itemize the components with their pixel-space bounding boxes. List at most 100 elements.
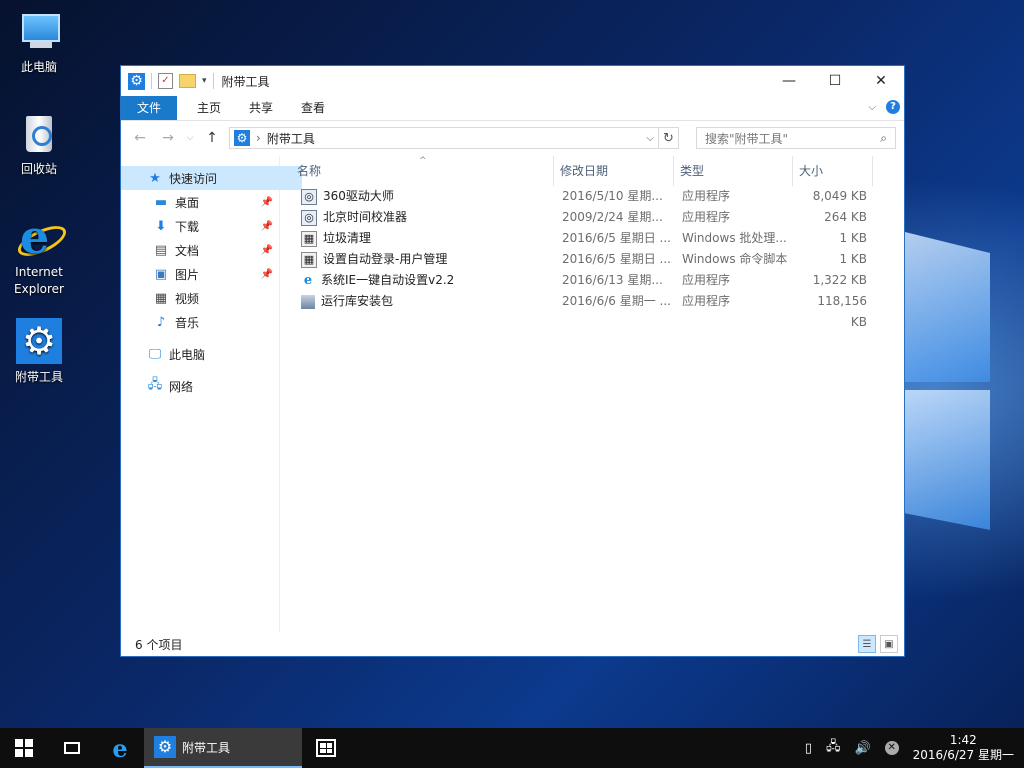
network-icon[interactable]: 🖧 [826,737,841,759]
column-size[interactable]: 大小 [793,156,873,186]
computer-icon [16,8,62,54]
tab-view[interactable]: 查看 [287,96,339,120]
file-name: 系统IE一键自动设置v2.2 [321,273,455,287]
desktop-icon: ▬ [154,194,168,210]
new-folder-icon[interactable] [179,74,196,88]
system-tray: ▯ 🖧 🔊 ✕ 1:42 2016/6/27 星期一 [805,733,1024,763]
nav-quick-access[interactable]: ★ 快速访问 [121,166,302,190]
file-type: Windows 命令脚本 [682,252,788,266]
refresh-button[interactable]: ↻ [659,127,679,149]
file-name: 运行库安装包 [321,294,394,308]
desktop-icon-recycle-bin[interactable]: 回收站 [6,110,72,177]
tab-home[interactable]: 主页 [183,96,235,120]
gear-icon: ⚙ [16,318,62,364]
task-view-button[interactable] [48,728,96,768]
package-icon [301,294,315,309]
file-size: 264 KB [824,210,867,224]
minimize-button[interactable]: — [766,66,812,96]
pin-icon[interactable]: 📌 [261,221,273,232]
file-name: 360驱动大师 [323,189,394,203]
address-dropdown-icon[interactable]: ⌵ [646,133,654,144]
breadcrumb[interactable]: 附带工具 [267,130,315,147]
file-list: ^ 名称 修改日期 类型 大小 ◎ 360驱动大师 2016/5/10 星期... 应… [291,156,904,632]
nav-pictures[interactable]: ▣ 图片 📌 [121,262,279,286]
tab-share[interactable]: 共享 [235,96,287,120]
taskbar-app-tools[interactable]: ⚙ 附带工具 [144,728,302,768]
large-icons-view-button[interactable]: ▣ [880,635,898,653]
recent-chevron-icon[interactable]: ⌵ [185,133,195,143]
taskbar-app-label: 附带工具 [182,740,231,755]
nav-label: 音乐 [175,315,200,330]
nav-downloads[interactable]: ⬇ 下载 📌 [121,214,279,238]
start-button[interactable] [0,728,48,768]
view-switcher: ☰ ▣ [858,635,904,653]
desktop-icon-this-pc[interactable]: 此电脑 [6,8,72,75]
up-arrow-icon[interactable]: ↑ [201,130,223,146]
internet-explorer-icon: e [13,214,71,262]
desktop-icon-label: 此电脑 [20,60,57,74]
volume-icon[interactable]: 🔊 [854,741,870,756]
file-name-cell: ▦ 垃圾清理 [291,228,554,249]
nav-this-pc[interactable]: 🖵 此电脑 [121,342,279,366]
file-size: 1 KB [839,231,867,245]
chevron-down-icon[interactable]: ▾ [202,76,207,86]
search-input[interactable]: 搜索"附带工具" ⌕ [696,127,896,149]
file-name: 垃圾清理 [323,231,372,245]
column-date[interactable]: 修改日期 [554,156,674,186]
notification-icon[interactable]: ✕ [884,741,899,755]
properties-icon[interactable]: ✓ [158,73,173,89]
title-bar[interactable]: ⚙ ✓ ▾ 附带工具 — ☐ ✕ [121,66,904,96]
application-icon: ◎ [301,209,317,226]
tab-file[interactable]: 文件 [121,96,177,120]
search-icon[interactable]: ⌕ [880,131,887,146]
file-name-cell: ▦ 设置自动登录-用户管理 [291,249,554,270]
application-icon: ◎ [301,188,317,205]
details-view-button[interactable]: ☰ [858,635,876,653]
file-size: 118,156 KB [817,294,867,329]
computer-icon: 🖵 [148,346,162,362]
address-bar[interactable]: ⚙ › 附带工具 ⌵ [229,127,659,149]
table-row[interactable]: e 系统IE一键自动设置v2.2 2016/6/13 星期... 应用程序 1,322 … [291,270,904,291]
pin-icon[interactable]: 📌 [261,269,273,280]
item-count: 6 个项目 [135,637,183,652]
document-icon: ▤ [154,242,168,258]
nav-documents[interactable]: ▤ 文档 📌 [121,238,279,262]
nav-label: 图片 [175,267,200,282]
file-date: 2016/5/10 星期... [562,189,663,203]
nav-music[interactable]: ♪ 音乐 [121,310,279,334]
table-row[interactable]: ◎ 360驱动大师 2016/5/10 星期... 应用程序 8,049 KB [291,186,904,207]
pin-icon[interactable]: 📌 [261,197,273,208]
usb-icon[interactable]: ▯ [805,741,812,756]
close-button[interactable]: ✕ [858,66,904,96]
nav-desktop[interactable]: ▬ 桌面 📌 [121,190,279,214]
divider [151,73,152,89]
table-row[interactable]: ▦ 设置自动登录-用户管理 2016/6/5 星期日 ... Windows 命令脚本… [291,249,904,270]
file-name: 北京时间校准器 [323,210,408,224]
maximize-button[interactable]: ☐ [812,66,858,96]
table-row[interactable]: ◎ 北京时间校准器 2009/2/24 星期... 应用程序 264 KB [291,207,904,228]
clock-time: 1:42 [949,733,977,747]
forward-arrow-icon[interactable]: → [157,130,179,146]
taskbar-store-button[interactable] [302,728,350,768]
taskbar-edge-button[interactable]: e [96,728,144,768]
store-icon [316,739,336,757]
expand-ribbon-chevron-icon[interactable]: ⌵ [868,102,876,113]
help-icon[interactable]: ? [886,100,900,114]
clock[interactable]: 1:42 2016/6/27 星期一 [913,733,1014,763]
nav-network[interactable]: 🖧 网络 [121,374,279,398]
table-row[interactable]: ▦ 垃圾清理 2016/6/5 星期日 ... Windows 批处理... 1 KB [291,228,904,249]
desktop-icon-tools[interactable]: ⚙ 附带工具 [6,318,72,385]
breadcrumb-chevron-icon[interactable]: › [256,131,261,145]
desktop-icon-internet-explorer[interactable]: e Internet Explorer [6,214,72,298]
file-date: 2009/2/24 星期... [562,210,663,224]
column-type[interactable]: 类型 [674,156,793,186]
file-type: 应用程序 [682,210,731,224]
nav-videos[interactable]: ▦ 视频 [121,286,279,310]
gear-icon: ⚙ [154,736,176,758]
pin-icon[interactable]: 📌 [261,245,273,256]
clock-date: 2016/6/27 星期一 [912,748,1014,762]
table-row[interactable]: 运行库安装包 2016/6/6 星期一 ... 应用程序 118,156 KB [291,291,904,329]
file-name-cell: 运行库安装包 [291,291,554,312]
file-name-cell: ◎ 北京时间校准器 [291,207,554,228]
back-arrow-icon[interactable]: ← [129,130,151,146]
